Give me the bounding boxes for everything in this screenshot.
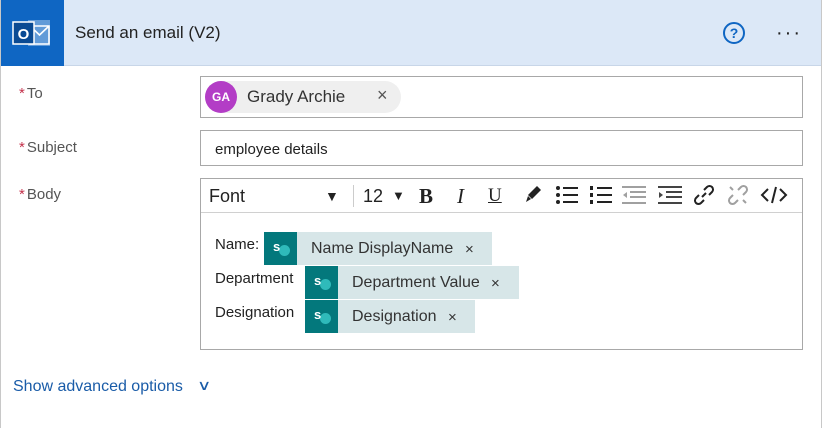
- subject-label: * Subject: [19, 139, 77, 156]
- avatar: GA: [205, 81, 237, 113]
- subject-input[interactable]: employee details: [200, 130, 803, 166]
- numbered-list-icon[interactable]: [589, 184, 613, 208]
- question-icon[interactable]: ?: [723, 22, 745, 44]
- italic-button[interactable]: I: [457, 184, 464, 208]
- caret-down-icon[interactable]: ▼: [392, 184, 405, 208]
- to-label: * To: [19, 85, 43, 102]
- remove-recipient-icon[interactable]: ×: [377, 85, 388, 106]
- subject-value: employee details: [215, 141, 328, 158]
- body-editor[interactable]: Font ▼ 12 ▼ B I U Name: s Name DisplayNa…: [200, 178, 803, 350]
- body-text-department: Department: [215, 270, 294, 287]
- subject-label-text: Subject: [26, 139, 77, 156]
- body-text-designation: Designation: [215, 304, 295, 321]
- dynamic-content-token[interactable]: s Name DisplayName ×: [264, 232, 492, 265]
- required-mark: *: [19, 186, 25, 203]
- outlook-icon: O: [1, 0, 64, 66]
- token-label: Designation: [352, 308, 437, 325]
- indent-icon[interactable]: [657, 184, 683, 208]
- link-icon[interactable]: [693, 184, 715, 208]
- body-label: * Body: [19, 186, 61, 203]
- action-header[interactable]: O Send an email (V2) ? ···: [1, 0, 821, 66]
- chevron-down-icon[interactable]: ∨: [197, 377, 211, 394]
- outdent-icon[interactable]: [621, 184, 647, 208]
- show-advanced-options-link[interactable]: Show advanced options: [13, 378, 183, 396]
- sharepoint-icon: s: [305, 300, 338, 333]
- bullet-list-icon[interactable]: [555, 184, 579, 208]
- required-mark: *: [19, 139, 25, 156]
- token-label: Department Value: [352, 274, 480, 291]
- bold-button[interactable]: B: [419, 184, 433, 208]
- caret-down-icon[interactable]: ▼: [325, 184, 339, 208]
- required-mark: *: [19, 85, 25, 102]
- underline-button[interactable]: U: [488, 184, 502, 208]
- sharepoint-icon: s: [305, 266, 338, 299]
- body-label-text: Body: [26, 186, 62, 203]
- toolbar-divider: [353, 185, 354, 207]
- recipient-name: Grady Archie: [247, 87, 346, 106]
- brush-icon[interactable]: [523, 184, 543, 208]
- svg-text:O: O: [18, 26, 30, 43]
- remove-token-icon[interactable]: ×: [448, 309, 457, 326]
- action-title: Send an email (V2): [75, 23, 221, 42]
- recipient-chip[interactable]: GA Grady Archie ×: [205, 81, 401, 113]
- rich-text-toolbar: Font ▼ 12 ▼ B I U: [201, 179, 802, 213]
- token-label: Name DisplayName: [311, 240, 454, 257]
- dynamic-content-token[interactable]: s Department Value ×: [305, 266, 519, 299]
- send-email-card: O Send an email (V2) ? ··· * To GA Grady …: [0, 0, 822, 428]
- to-field[interactable]: GA Grady Archie ×: [200, 76, 803, 118]
- unlink-icon[interactable]: [727, 184, 749, 208]
- font-family-select[interactable]: Font: [209, 184, 245, 208]
- dynamic-content-token[interactable]: s Designation ×: [305, 300, 475, 333]
- remove-token-icon[interactable]: ×: [465, 241, 474, 258]
- sharepoint-icon: s: [264, 232, 297, 265]
- code-view-icon[interactable]: [760, 184, 788, 208]
- font-size-select[interactable]: 12: [363, 184, 383, 208]
- remove-token-icon[interactable]: ×: [491, 275, 500, 292]
- to-label-text: To: [26, 85, 43, 102]
- body-text-name: Name:: [215, 236, 260, 253]
- ellipsis-icon[interactable]: ···: [776, 22, 802, 45]
